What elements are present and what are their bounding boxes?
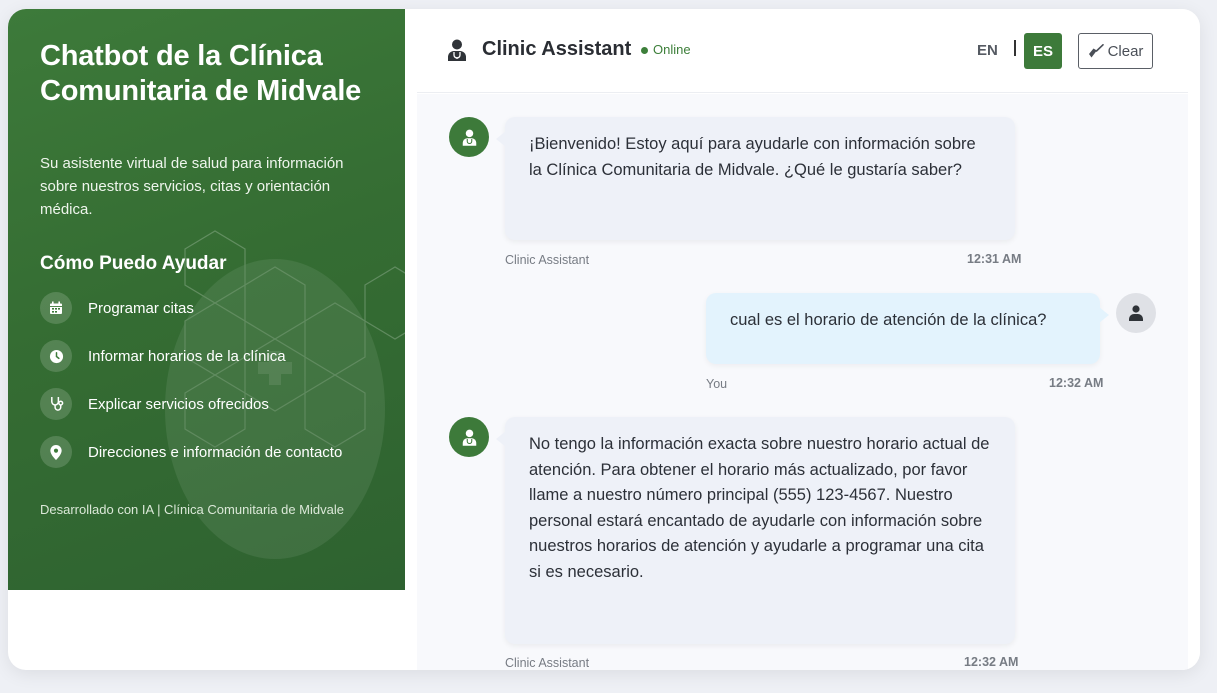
doctor-icon bbox=[462, 129, 476, 146]
clock-icon bbox=[40, 340, 72, 372]
sidebar-description: Su asistente virtual de salud para infor… bbox=[40, 155, 344, 218]
help-list: Programar citas Informar horarios de la … bbox=[40, 292, 400, 484]
stethoscope-icon bbox=[40, 388, 72, 420]
sidebar: Chatbot de la Clínica Comunitaria de Mid… bbox=[8, 9, 405, 590]
assistant-avatar bbox=[449, 117, 489, 157]
message-timestamp: 12:32 AM bbox=[1049, 376, 1104, 390]
message-sender: Clinic Assistant bbox=[505, 253, 590, 267]
online-status-dot bbox=[641, 47, 648, 54]
language-en-button[interactable]: EN bbox=[977, 42, 998, 59]
user-message-bubble: cual es el horario de atención de la clí… bbox=[706, 293, 1109, 364]
clear-button[interactable]: Clear bbox=[1078, 33, 1153, 69]
app-window: Chatbot de la Clínica Comunitaria de Mid… bbox=[8, 9, 1200, 670]
broom-icon bbox=[1088, 44, 1104, 58]
assistant-title: Clinic Assistant bbox=[482, 38, 632, 60]
assistant-message-bubble: ¡Bienvenido! Estoy aquí para ayudarle co… bbox=[496, 117, 1015, 240]
help-item-label: Explicar servicios ofrecidos bbox=[88, 395, 269, 413]
help-item-label: Informar horarios de la clínica bbox=[88, 347, 286, 365]
help-item-services: Explicar servicios ofrecidos bbox=[40, 388, 400, 420]
message-timestamp: 12:32 AM bbox=[964, 655, 1019, 669]
help-item-hours: Informar horarios de la clínica bbox=[40, 340, 400, 372]
message-sender: You bbox=[706, 377, 728, 391]
doctor-icon bbox=[447, 39, 467, 66]
message-timestamp: 12:31 AM bbox=[967, 252, 1022, 266]
chat-header: Clinic Assistant Online EN ES Clear bbox=[417, 9, 1188, 93]
help-item-label: Direcciones e información de contacto bbox=[88, 443, 343, 461]
user-icon bbox=[1129, 305, 1143, 321]
location-pin-icon bbox=[40, 436, 72, 468]
assistant-avatar bbox=[449, 417, 489, 457]
help-item-appointments: Programar citas bbox=[40, 292, 400, 324]
clear-button-label: Clear bbox=[1107, 42, 1144, 60]
help-item-label: Programar citas bbox=[88, 299, 194, 317]
doctor-icon bbox=[462, 429, 476, 446]
message-list[interactable]: ¡Bienvenido! Estoy aquí para ayudarle co… bbox=[417, 94, 1188, 670]
language-separator bbox=[1014, 40, 1016, 56]
calendar-icon bbox=[40, 292, 72, 324]
user-avatar bbox=[1116, 293, 1156, 333]
help-section-title: Cómo Puedo Ayudar bbox=[40, 253, 227, 274]
sidebar-footer: Desarrollado con IA | Clínica Comunitari… bbox=[40, 502, 344, 517]
sidebar-title: Chatbot de la Clínica Comunitaria de Mid… bbox=[40, 40, 362, 107]
language-es-button[interactable]: ES bbox=[1024, 33, 1062, 69]
assistant-message-bubble: No tengo la información exacta sobre nue… bbox=[496, 417, 1015, 644]
online-status-text: Online bbox=[653, 42, 691, 57]
message-sender: Clinic Assistant bbox=[505, 656, 590, 670]
help-item-directions: Direcciones e información de contacto bbox=[40, 436, 400, 468]
chat-panel: Clinic Assistant Online EN ES Clear ¡Bie… bbox=[405, 9, 1200, 670]
